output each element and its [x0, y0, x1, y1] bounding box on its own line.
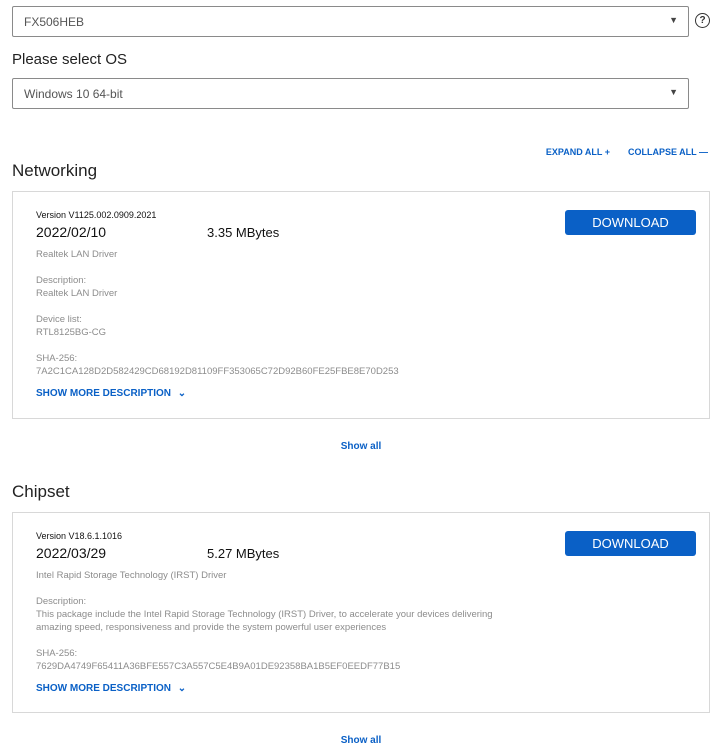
driver-date: 2022/03/29 — [36, 545, 107, 561]
driver-size: 3.35 MBytes — [207, 225, 280, 240]
os-select-value: Windows 10 64-bit — [24, 86, 123, 101]
sha-label: SHA-256: — [36, 648, 78, 659]
collapse-all-button[interactable]: COLLAPSE ALL — — [628, 147, 708, 157]
os-select[interactable]: Windows 10 64-bit ▼ — [12, 78, 689, 109]
description-text-line-2: amazing speed, responsiveness and provid… — [36, 622, 387, 633]
description-label: Description: — [36, 275, 87, 286]
section-title-networking: Networking — [12, 161, 98, 180]
device-list-text: RTL8125BG-CG — [36, 327, 107, 338]
expand-collapse-toolbar: EXPAND ALL + COLLAPSE ALL — — [546, 147, 708, 157]
expand-all-button[interactable]: EXPAND ALL + — [546, 147, 610, 157]
show-all-networking[interactable]: Show all — [0, 441, 718, 452]
show-more-description-link[interactable]: SHOW MORE DESCRIPTION ⌄ — [36, 683, 186, 694]
description-text: Realtek LAN Driver — [36, 288, 118, 299]
chevron-down-icon: ⌄ — [177, 683, 187, 694]
driver-card-networking: Version V1125.002.0909.2021 2022/02/10 3… — [12, 191, 710, 419]
description-label: Description: — [36, 596, 87, 607]
dropdown-caret-icon: ▼ — [669, 15, 678, 25]
os-label: Please select OS — [12, 51, 128, 68]
model-select-value: FX506HEB — [24, 14, 85, 29]
sha-value: 7629DA4749F65411A36BFE557C3A557C5E4B9A01… — [36, 661, 401, 672]
section-title-chipset: Chipset — [12, 482, 70, 501]
driver-name: Intel Rapid Storage Technology (IRST) Dr… — [36, 570, 227, 581]
dropdown-caret-icon: ▼ — [669, 87, 678, 97]
chevron-down-icon: ⌄ — [177, 388, 187, 399]
show-all-chipset[interactable]: Show all — [0, 735, 718, 746]
model-select[interactable]: FX506HEB ▼ — [12, 6, 689, 37]
description-text-line-1: This package include the Intel Rapid Sto… — [36, 609, 493, 620]
driver-name: Realtek LAN Driver — [36, 249, 118, 260]
download-button[interactable]: DOWNLOAD — [565, 531, 696, 556]
driver-size: 5.27 MBytes — [207, 546, 280, 561]
sha-label: SHA-256: — [36, 353, 78, 364]
driver-version: Version V18.6.1.1016 — [36, 531, 123, 541]
driver-date: 2022/02/10 — [36, 224, 107, 240]
driver-version: Version V1125.002.0909.2021 — [36, 210, 157, 220]
download-button[interactable]: DOWNLOAD — [565, 210, 696, 235]
driver-card-chipset: Version V18.6.1.1016 2022/03/29 5.27 MBy… — [12, 512, 710, 713]
device-list-label: Device list: — [36, 314, 82, 325]
show-more-description-link[interactable]: SHOW MORE DESCRIPTION ⌄ — [36, 388, 186, 399]
help-circle-icon[interactable]: ? — [695, 13, 710, 28]
sha-value: 7A2C1CA128D2D582429CD68192D81109FF353065… — [36, 366, 399, 377]
